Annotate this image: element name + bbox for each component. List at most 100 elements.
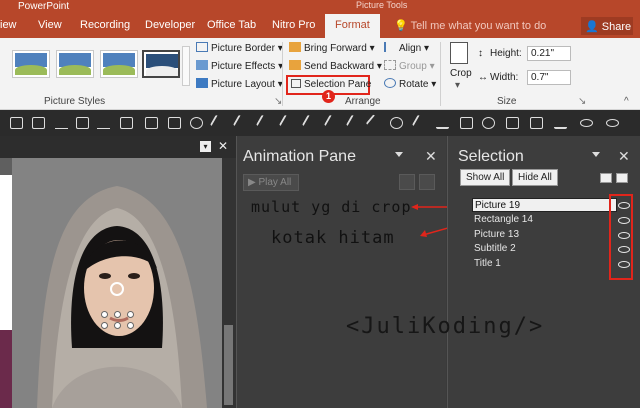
resize-handle[interactable] xyxy=(127,322,134,329)
dropdown-icon[interactable]: ▾ xyxy=(200,141,211,152)
divider xyxy=(440,42,441,106)
selection-item-rectangle-14[interactable]: Rectangle 14 xyxy=(472,213,617,227)
brush-icon[interactable] xyxy=(365,114,384,132)
send-backward-arrow-button[interactable] xyxy=(616,173,628,183)
shape-icon[interactable] xyxy=(168,117,181,129)
image-icon[interactable] xyxy=(145,117,158,129)
group-label: Group xyxy=(399,61,427,72)
selection-item-title-1[interactable]: Title 1 xyxy=(472,257,617,271)
frame-icon[interactable] xyxy=(76,117,89,129)
animation-pane: Animation Pane ✕ ▶ Play All mulut yg di … xyxy=(236,136,447,408)
rotate-label: Rotate xyxy=(399,79,429,90)
eyedropper-icon[interactable] xyxy=(323,114,342,132)
border-icon xyxy=(196,42,208,52)
align-button[interactable]: Align ▾ xyxy=(384,42,429,54)
close-icon[interactable]: ✕ xyxy=(618,148,630,165)
selection-pane: Selection ✕ Show All Hide All Picture 19… xyxy=(346,136,640,408)
refresh-icon[interactable] xyxy=(190,117,203,129)
checkbox-icon[interactable] xyxy=(460,117,473,129)
tab-developer[interactable]: Developer xyxy=(145,19,195,31)
eyedropper-icon[interactable] xyxy=(255,114,274,132)
eye-icon[interactable] xyxy=(606,119,619,127)
pen-icon[interactable] xyxy=(554,117,567,129)
send-backward-button[interactable]: Send Backward ▾ xyxy=(289,60,382,72)
frame-icon[interactable] xyxy=(506,117,519,129)
eye-icon[interactable] xyxy=(580,119,593,127)
collapse-ribbon-icon[interactable]: ^ xyxy=(624,96,629,107)
dialog-launcher-icon[interactable]: ↘ xyxy=(578,96,586,107)
send-backward-icon xyxy=(289,60,301,70)
tab-office-tab[interactable]: Office Tab xyxy=(207,19,256,31)
image-icon[interactable] xyxy=(530,117,543,129)
tab-recording[interactable]: Recording xyxy=(80,19,130,31)
share-button[interactable]: 👤 Share xyxy=(581,17,633,35)
rotate-button[interactable]: Rotate ▾ xyxy=(384,78,436,90)
selection-pane-icon xyxy=(291,79,301,88)
tell-me-text: Tell me what you want to do xyxy=(410,20,547,32)
app-title: PowerPoint xyxy=(18,1,70,12)
eyedropper-icon[interactable] xyxy=(301,114,320,132)
hide-all-button[interactable]: Hide All xyxy=(512,169,558,186)
resize-handle[interactable] xyxy=(127,311,134,318)
picture-effects-label: Picture Effects xyxy=(211,61,276,72)
crop-button[interactable]: Crop xyxy=(450,68,472,79)
selection-item-subtitle-2[interactable]: Subtitle 2 xyxy=(472,242,617,256)
contextual-tab-title: Picture Tools xyxy=(356,0,408,10)
crop-dropdown-icon[interactable]: ▾ xyxy=(455,80,460,91)
send-backward-label: Send Backward xyxy=(304,61,375,72)
selection-pane-title: Selection xyxy=(458,148,524,165)
pen-color-icon[interactable] xyxy=(436,117,449,129)
picture-layout-button[interactable]: Picture Layout ▾ xyxy=(196,78,283,90)
eyedropper-icon[interactable] xyxy=(278,114,297,132)
eyedropper-icon[interactable] xyxy=(209,114,228,132)
picture-border-label: Picture Border xyxy=(211,43,275,54)
ribbon-tabs: iew View Recording Developer Office Tab … xyxy=(0,14,640,38)
resize-handle[interactable] xyxy=(114,322,121,329)
size-label: Size xyxy=(497,96,517,107)
width-input[interactable]: 0.7" xyxy=(527,70,571,85)
picture-effects-button[interactable]: Picture Effects ▾ xyxy=(196,60,283,72)
styles-gallery-scroll[interactable] xyxy=(182,46,190,86)
picture-style-3[interactable] xyxy=(100,50,138,78)
eyedropper-icon[interactable] xyxy=(345,114,364,132)
selection-item-picture-13[interactable]: Picture 13 xyxy=(472,228,617,242)
tab-view[interactable]: View xyxy=(38,19,62,31)
resize-handle[interactable] xyxy=(114,311,121,318)
crop-tool-icon[interactable] xyxy=(10,117,23,129)
bring-forward-arrow-button[interactable] xyxy=(600,173,612,183)
line-icon[interactable] xyxy=(55,117,68,129)
dash-icon[interactable] xyxy=(97,117,110,129)
eyedropper-icon[interactable] xyxy=(411,114,430,132)
rotate-handle[interactable] xyxy=(110,282,124,296)
picture-style-4[interactable] xyxy=(142,50,180,78)
resize-handle[interactable] xyxy=(101,311,108,318)
picture-style-1[interactable] xyxy=(12,50,50,78)
tab-format[interactable]: Format xyxy=(325,14,380,38)
pane-options-icon[interactable] xyxy=(592,152,600,157)
show-all-button[interactable]: Show All xyxy=(460,169,511,186)
tab-review[interactable]: iew xyxy=(0,19,17,31)
copy-icon[interactable] xyxy=(32,117,45,129)
table-icon[interactable] xyxy=(120,117,133,129)
divider xyxy=(282,42,283,106)
scrollbar-thumb[interactable] xyxy=(224,325,233,405)
tell-me-box[interactable]: 💡 Tell me what you want to do xyxy=(394,19,546,32)
portrait-picture[interactable] xyxy=(12,158,222,408)
height-icon: ↕ xyxy=(478,48,483,59)
layout-icon xyxy=(196,78,208,88)
picture-border-button[interactable]: Picture Border ▾ xyxy=(196,42,283,54)
bring-forward-button[interactable]: Bring Forward ▾ xyxy=(289,42,375,54)
picture-style-2[interactable] xyxy=(56,50,94,78)
timer-icon[interactable] xyxy=(482,117,495,129)
annotation-arrows xyxy=(411,204,447,237)
tab-nitro-pro[interactable]: Nitro Pro xyxy=(272,19,315,31)
bring-forward-icon xyxy=(289,42,301,52)
close-icon[interactable]: ✕ xyxy=(218,139,228,153)
ribbon: Picture Styles Picture Border ▾ Picture … xyxy=(0,38,640,110)
eyedropper-icon[interactable] xyxy=(232,114,251,132)
resize-handle[interactable] xyxy=(101,322,108,329)
group-button[interactable]: Group ▾ xyxy=(384,60,435,72)
height-input[interactable]: 0.21" xyxy=(527,46,571,61)
selection-item-picture-19[interactable]: Picture 19 xyxy=(472,198,617,212)
no-fill-icon[interactable] xyxy=(390,117,403,129)
